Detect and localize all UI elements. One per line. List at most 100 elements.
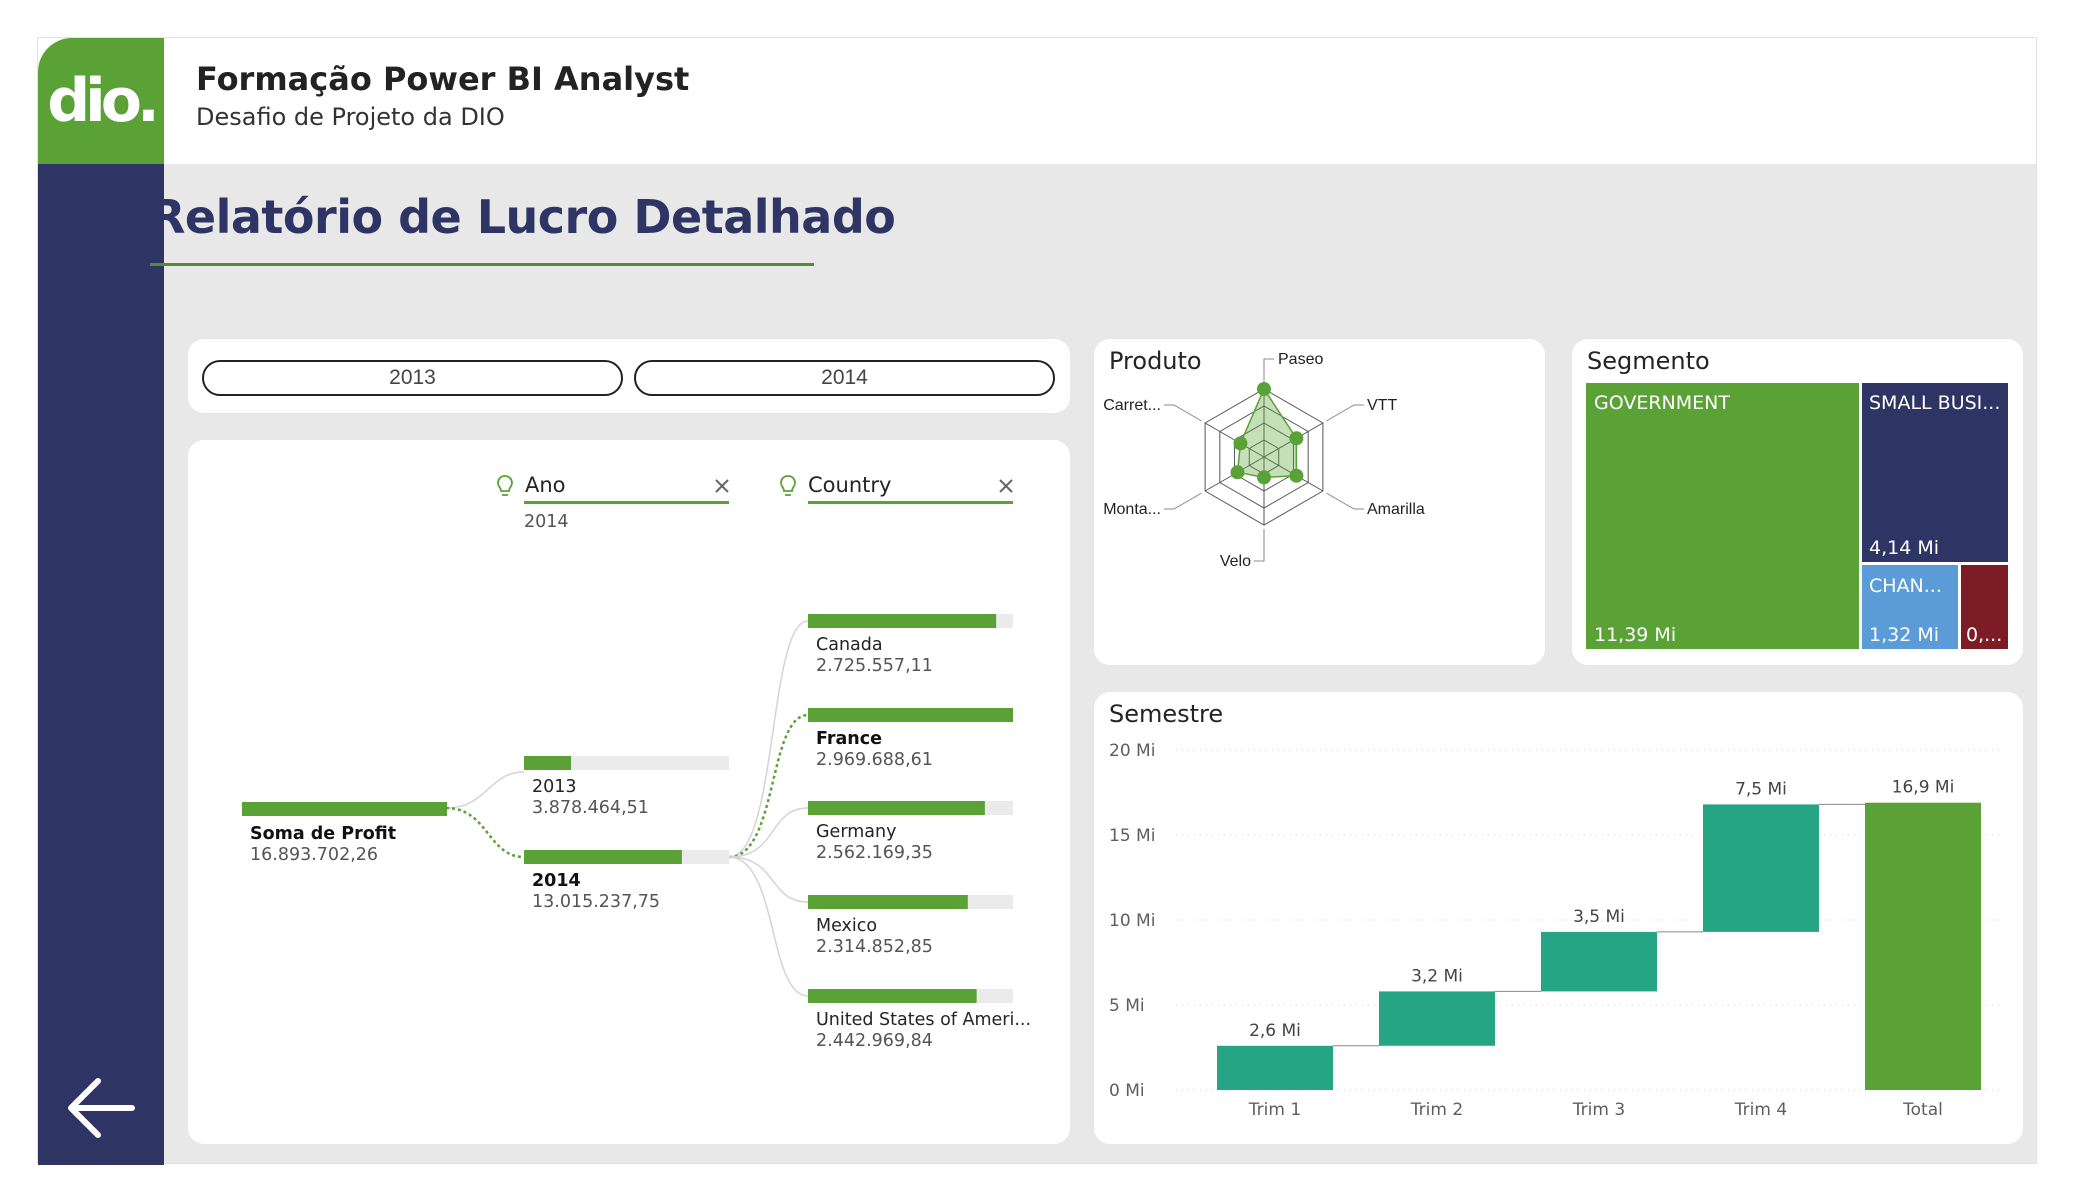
tree-node-mexico[interactable]: Mexico 2.314.852,85 [808,895,1013,957]
tree-node-2014[interactable]: 2014 13.015.237,75 [524,850,729,912]
semestre-waterfall-chart: Semestre 0 Mi 5 Mi 10 Mi 15 Mi 20 Mi 2,6 Mi Tr… [1094,692,2023,1144]
waterfall-data-label: 7,5 Mi [1735,779,1787,799]
app-title: Formação Power BI Analyst [196,60,690,98]
radar-leader-line [1164,404,1202,422]
level-header-underline [524,501,729,504]
radar-point[interactable] [1289,468,1304,483]
node-bar-fill [808,801,985,815]
radar-leader-line [1263,358,1274,385]
waterfall-canvas: 0 Mi 5 Mi 10 Mi 15 Mi 20 Mi 2,6 Mi Trim 1 3,2 M… [1109,741,2004,1120]
radar-category-label: Paseo [1278,351,1323,368]
waterfall-bars: 2,6 Mi Trim 1 3,2 Mi Trim 2 3,5 Mi Trim 3 7,5 … [1217,778,1981,1120]
decomposition-tree: Ano 2014 Country Soma de Profit 16.893.7… [188,440,1070,1144]
radar-point[interactable] [1230,465,1245,480]
close-icon[interactable] [999,479,1013,493]
radar-leader-line [1254,529,1265,562]
radar-category-label: Velo [1220,553,1251,570]
node-label: Canada [816,635,883,655]
node-label: Germany [816,822,896,842]
radar-category-label: VTT [1367,397,1397,414]
waterfall-bar-trim-2[interactable]: 3,2 Mi Trim 2 [1379,966,1495,1120]
waterfall-data-label: 3,2 Mi [1411,966,1463,986]
tile-label: CHAN... [1869,575,1942,597]
treemap-canvas: GOVERNMENT 11,39 Mi SMALL BUSI... 4,14 M… [1586,383,2008,649]
arrow-left-icon [68,1078,135,1138]
segmento-treemap: Segmento GOVERNMENT 11,39 Mi SMALL BUSI.… [1572,339,2023,665]
waterfall-xtick-label: Trim 4 [1734,1100,1787,1120]
tree-node-united-states[interactable]: United States of Ameri... 2.442.969,84 [808,989,1031,1051]
level-header-underline [808,501,1013,504]
node-label: France [816,729,882,749]
node-value: 2.562.169,35 [816,843,933,863]
level-header-label: Country [808,473,891,497]
treemap-tile-small-business[interactable]: SMALL BUSI... 4,14 Mi [1862,383,2008,562]
tile-rect [1586,383,1859,649]
radar-leader-line [1326,404,1364,422]
level-header-selection: 2014 [524,512,569,532]
waterfall-bar-rect [1703,804,1819,932]
node-bar-fill [524,756,572,770]
node-bar-fill [808,614,997,628]
tree-node-canada[interactable]: Canada 2.725.557,11 [808,614,1013,676]
node-label: Soma de Profit [250,824,396,844]
node-bar-fill [524,850,682,864]
tree-node-france[interactable]: France 2.969.688,61 [808,708,1013,770]
radar-point[interactable] [1289,431,1304,446]
produto-radar-chart: Produto Paseo VTT Amarilla Velo Monta... Carr… [1094,339,1545,665]
lightbulb-icon [780,475,796,496]
waterfall-ytick-label: 0 Mi [1109,1081,1145,1101]
year-slicer-option-2014[interactable]: 2014 [634,360,1055,396]
tree-node-germany[interactable]: Germany 2.562.169,35 [808,801,1013,863]
year-slicer-option-2013[interactable]: 2013 [202,360,623,396]
node-label: United States of Ameri... [816,1010,1031,1030]
waterfall-data-label: 16,9 Mi [1892,778,1955,798]
waterfall-bar-total[interactable]: 16,9 Mi Total [1865,778,1981,1120]
waterfall-ytick-label: 5 Mi [1109,996,1145,1016]
waterfall-xtick-label: Total [1902,1100,1943,1120]
node-value: 3.878.464,51 [532,798,649,818]
waterfall-ytick-label: 20 Mi [1109,741,1155,761]
radar-leader-line [1164,492,1202,510]
treemap-tile-government[interactable]: GOVERNMENT 11,39 Mi [1586,383,1859,649]
tile-value: 0,... [1966,624,2002,646]
node-bar-fill [808,708,1013,722]
radar-point[interactable] [1233,436,1248,451]
radar-point[interactable] [1257,470,1271,485]
level-header-country[interactable]: Country [780,473,1013,504]
waterfall-ytick-label: 15 Mi [1109,826,1155,846]
node-bar-fill [242,802,447,816]
waterfall-xtick-label: Trim 2 [1410,1100,1463,1120]
radar-point[interactable] [1257,382,1271,396]
node-label: 2014 [532,871,581,891]
tree-node-2013[interactable]: 2013 3.878.464,51 [524,756,729,818]
waterfall-bar-rect [1865,802,1981,1090]
tile-value: 4,14 Mi [1869,537,1939,559]
waterfall-xtick-label: Trim 3 [1572,1100,1625,1120]
header: Formação Power BI Analyst Desafio de Pro… [164,38,2036,164]
radar-category-label: Carret... [1103,397,1161,414]
waterfall-data-label: 2,6 Mi [1249,1021,1301,1041]
level-header-ano[interactable]: Ano 2014 [497,473,729,532]
page: dio. Formação Power BI Analyst Desafio d… [0,0,2075,1200]
treemap-tile-other[interactable]: 0,... [1961,565,2008,649]
close-icon[interactable] [715,479,729,493]
level-header-label: Ano [525,473,566,497]
waterfall-xtick-label: Trim 1 [1248,1100,1301,1120]
node-value: 2.969.688,61 [816,750,933,770]
waterfall-bar-trim-4[interactable]: 7,5 Mi Trim 4 [1703,779,1819,1120]
treemap-tile-channel[interactable]: CHAN... 1,32 Mi [1862,565,1958,649]
tree-node-root[interactable]: Soma de Profit 16.893.702,26 [242,802,447,865]
node-value: 2.725.557,11 [816,656,933,676]
waterfall-data-label: 3,5 Mi [1573,907,1625,927]
node-value: 2.314.852,85 [816,937,933,957]
waterfall-bar-trim-1[interactable]: 2,6 Mi Trim 1 [1217,1021,1333,1120]
waterfall-bar-rect [1541,931,1657,992]
node-label: Mexico [816,916,877,936]
waterfall-ytick-label: 10 Mi [1109,911,1155,931]
sidebar [38,164,164,1165]
tile-value: 11,39 Mi [1594,624,1676,646]
waterfall-bar-trim-3[interactable]: 3,5 Mi Trim 3 [1541,907,1657,1120]
report-title: Relatório de Lucro Detalhado [150,190,896,244]
back-button[interactable] [62,1069,140,1147]
node-value: 2.442.969,84 [816,1031,933,1051]
